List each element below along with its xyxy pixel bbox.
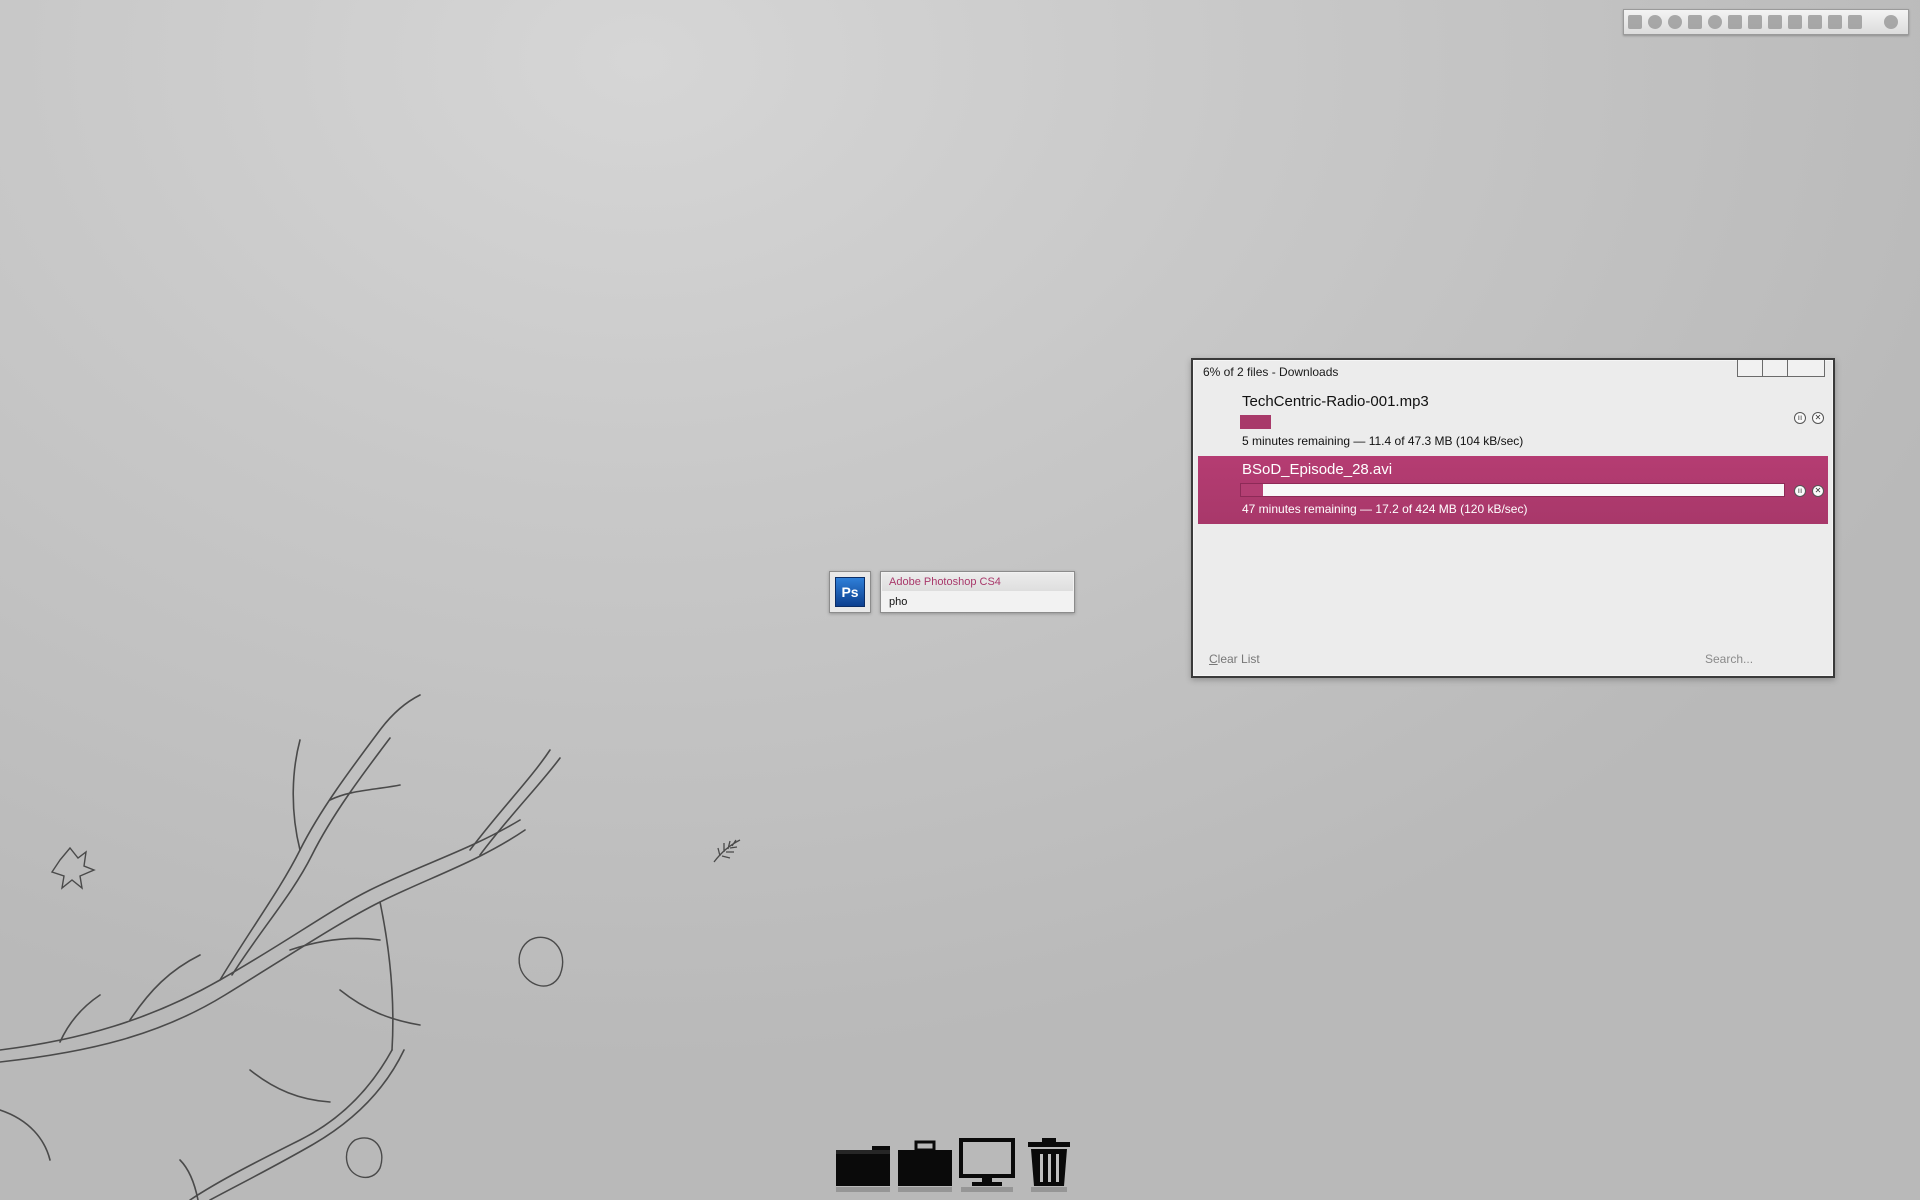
launcher-panel: Adobe Photoshop CS4 [880,571,1075,613]
clear-list-hotkey: C [1209,652,1218,666]
minimize-button[interactable] [1737,360,1763,377]
download-item-0[interactable]: TechCentric-Radio-001.mp3 5 minutes rema… [1198,388,1828,456]
network-globe-icon[interactable] [1668,15,1682,29]
cancel-icon[interactable]: ✕ [1812,412,1824,424]
launcher-query-input[interactable] [889,594,1059,610]
notes-icon[interactable] [1788,15,1802,29]
monitor-icon[interactable] [958,1136,1016,1194]
downloads-window: 6% of 2 files - Downloads TechCentric-Ra… [1191,358,1835,678]
window-title: 6% of 2 files - Downloads [1203,365,1339,379]
clear-list-button[interactable]: Clear List [1209,652,1260,666]
pen-icon[interactable] [1808,15,1822,29]
folder-icon[interactable] [834,1136,892,1194]
power-icon[interactable] [1884,15,1898,29]
pause-icon[interactable]: ıı [1794,485,1806,497]
window-icon[interactable] [1848,15,1862,29]
download-progress-bar [1240,415,1370,429]
system-tray-bar [1623,9,1909,35]
clip-icon[interactable] [1728,15,1742,29]
volume-icon[interactable] [1748,15,1762,29]
briefcase-icon[interactable] [896,1136,954,1194]
document-icon[interactable] [1628,15,1642,29]
download-filename: TechCentric-Radio-001.mp3 [1242,393,1429,410]
wallpaper-branch-illustration [0,694,564,1200]
download-progress-bar [1240,483,1785,497]
download-status: 5 minutes remaining — 11.4 of 47.3 MB (1… [1242,434,1524,448]
record-icon[interactable] [1708,15,1722,29]
chart-icon[interactable] [1688,15,1702,29]
download-progress-fill [1241,484,1263,496]
download-item-1[interactable]: BSoD_Episode_28.avi 47 minutes remaining… [1198,456,1828,524]
launcher-result[interactable]: Adobe Photoshop CS4 [882,573,1073,591]
dock [834,1136,1080,1194]
photoshop-icon: Ps [835,577,865,607]
pause-icon[interactable]: ıı [1794,412,1806,424]
eraser-icon[interactable] [1828,15,1842,29]
cancel-icon[interactable]: ✕ [1812,485,1824,497]
trash-icon[interactable] [1020,1136,1078,1194]
download-filename: BSoD_Episode_28.avi [1242,461,1393,478]
maximize-button[interactable] [1762,360,1788,377]
close-button[interactable] [1787,360,1825,377]
firewall-icon[interactable] [1648,15,1662,29]
search-input[interactable] [1705,650,1815,668]
download-status: 47 minutes remaining — 17.2 of 424 MB (1… [1242,502,1528,516]
wallpaper-leaf-illustration [713,839,741,863]
v-icon[interactable] [1768,15,1782,29]
window-controls [1737,360,1825,377]
clear-list-label: lear List [1217,652,1260,666]
launcher-result-icon[interactable]: Ps [829,571,871,613]
download-progress-fill [1240,415,1272,429]
